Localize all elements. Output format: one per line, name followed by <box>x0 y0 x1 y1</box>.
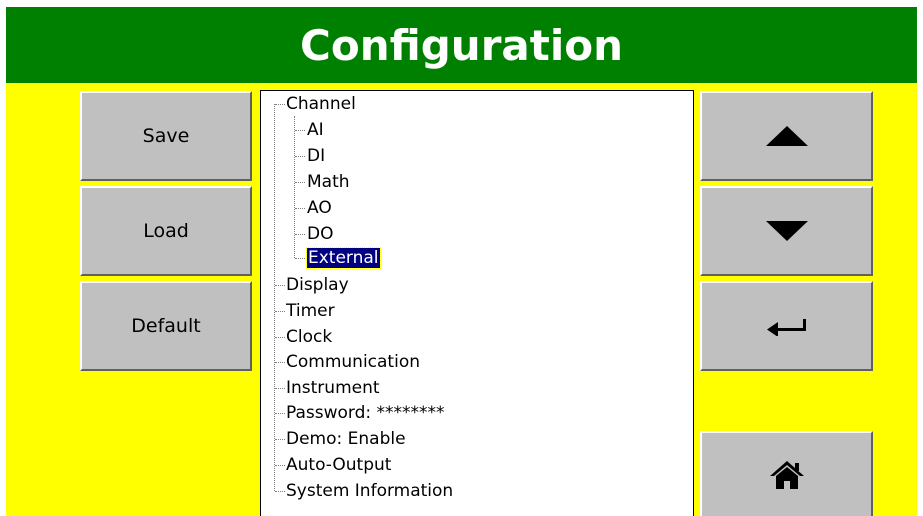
tree-branch <box>295 258 305 259</box>
tree-item-di[interactable]: DI <box>307 144 325 169</box>
enter-icon <box>766 319 806 336</box>
default-button[interactable]: Default <box>80 281 252 371</box>
tree-branch <box>275 388 285 389</box>
tree-item-instrument[interactable]: Instrument <box>286 376 380 401</box>
save-button[interactable]: Save <box>80 91 252 181</box>
tree-item-clock[interactable]: Clock <box>286 325 332 350</box>
tree-item-label: AO <box>307 198 332 218</box>
tree-branch <box>275 491 285 492</box>
tree-branch <box>275 311 285 312</box>
tree-item-label: DI <box>307 146 326 166</box>
tree-item-label: Password: ******** <box>286 403 445 423</box>
tree-branch <box>295 234 305 235</box>
load-button-label: Load <box>143 220 189 242</box>
tree-item-label: Display <box>286 275 349 295</box>
tree-item-label: Timer <box>286 301 335 321</box>
tree-item-auto-output[interactable]: Auto-Output <box>286 453 391 478</box>
tree-item-ao[interactable]: AO <box>307 196 332 221</box>
tree-item-communication[interactable]: Communication <box>286 350 420 375</box>
save-button-label: Save <box>142 125 190 147</box>
tree-item-do[interactable]: DO <box>307 222 333 247</box>
tree-item-demo[interactable]: Demo: Enable <box>286 427 406 452</box>
tree-child-connector <box>294 116 295 258</box>
tree-item-label: External <box>306 247 381 269</box>
tree-item-external[interactable]: External <box>306 246 381 271</box>
title-bar: Configuration <box>6 7 917 83</box>
tree-item-password[interactable]: Password: ******** <box>286 401 445 426</box>
tree-item-system-information[interactable]: System Information <box>286 479 453 504</box>
enter-button[interactable] <box>700 281 873 371</box>
tree-branch <box>275 413 285 414</box>
tree-item-label: Clock <box>286 327 333 347</box>
tree-item-label: AI <box>307 120 324 140</box>
tree-item-label: Instrument <box>286 378 380 398</box>
home-button[interactable] <box>700 431 873 516</box>
page-title: Configuration <box>300 20 623 70</box>
tree-item-math[interactable]: Math <box>307 170 350 195</box>
config-tree[interactable]: Channel AI DI Math AO DO External Displa… <box>260 90 694 516</box>
tree-connector <box>274 104 275 491</box>
up-arrow-icon <box>765 126 808 146</box>
tree-item-label: Math <box>307 172 350 192</box>
default-button-label: Default <box>131 315 201 337</box>
tree-item-channel[interactable]: Channel <box>286 92 356 117</box>
tree-item-label: Channel <box>286 94 356 114</box>
scroll-up-button[interactable] <box>700 91 873 181</box>
tree-branch <box>275 104 285 105</box>
tree-item-label: Communication <box>286 352 420 372</box>
tree-item-ai[interactable]: AI <box>307 118 324 143</box>
tree-item-label: Auto-Output <box>286 455 392 475</box>
load-button[interactable]: Load <box>80 186 252 276</box>
down-arrow-icon <box>765 221 808 241</box>
tree-branch <box>275 337 285 338</box>
tree-item-label: DO <box>307 224 334 244</box>
tree-branch <box>275 465 285 466</box>
home-icon <box>769 460 804 489</box>
tree-branch <box>295 208 305 209</box>
tree-branch <box>295 156 305 157</box>
tree-branch <box>275 362 285 363</box>
tree-item-display[interactable]: Display <box>286 273 349 298</box>
tree-item-label: System Information <box>286 481 454 501</box>
tree-item-label: Demo: Enable <box>286 429 406 449</box>
tree-item-timer[interactable]: Timer <box>286 299 335 324</box>
tree-branch <box>275 285 285 286</box>
scroll-down-button[interactable] <box>700 186 873 276</box>
tree-branch <box>295 130 305 131</box>
tree-branch <box>275 439 285 440</box>
tree-branch <box>295 182 305 183</box>
